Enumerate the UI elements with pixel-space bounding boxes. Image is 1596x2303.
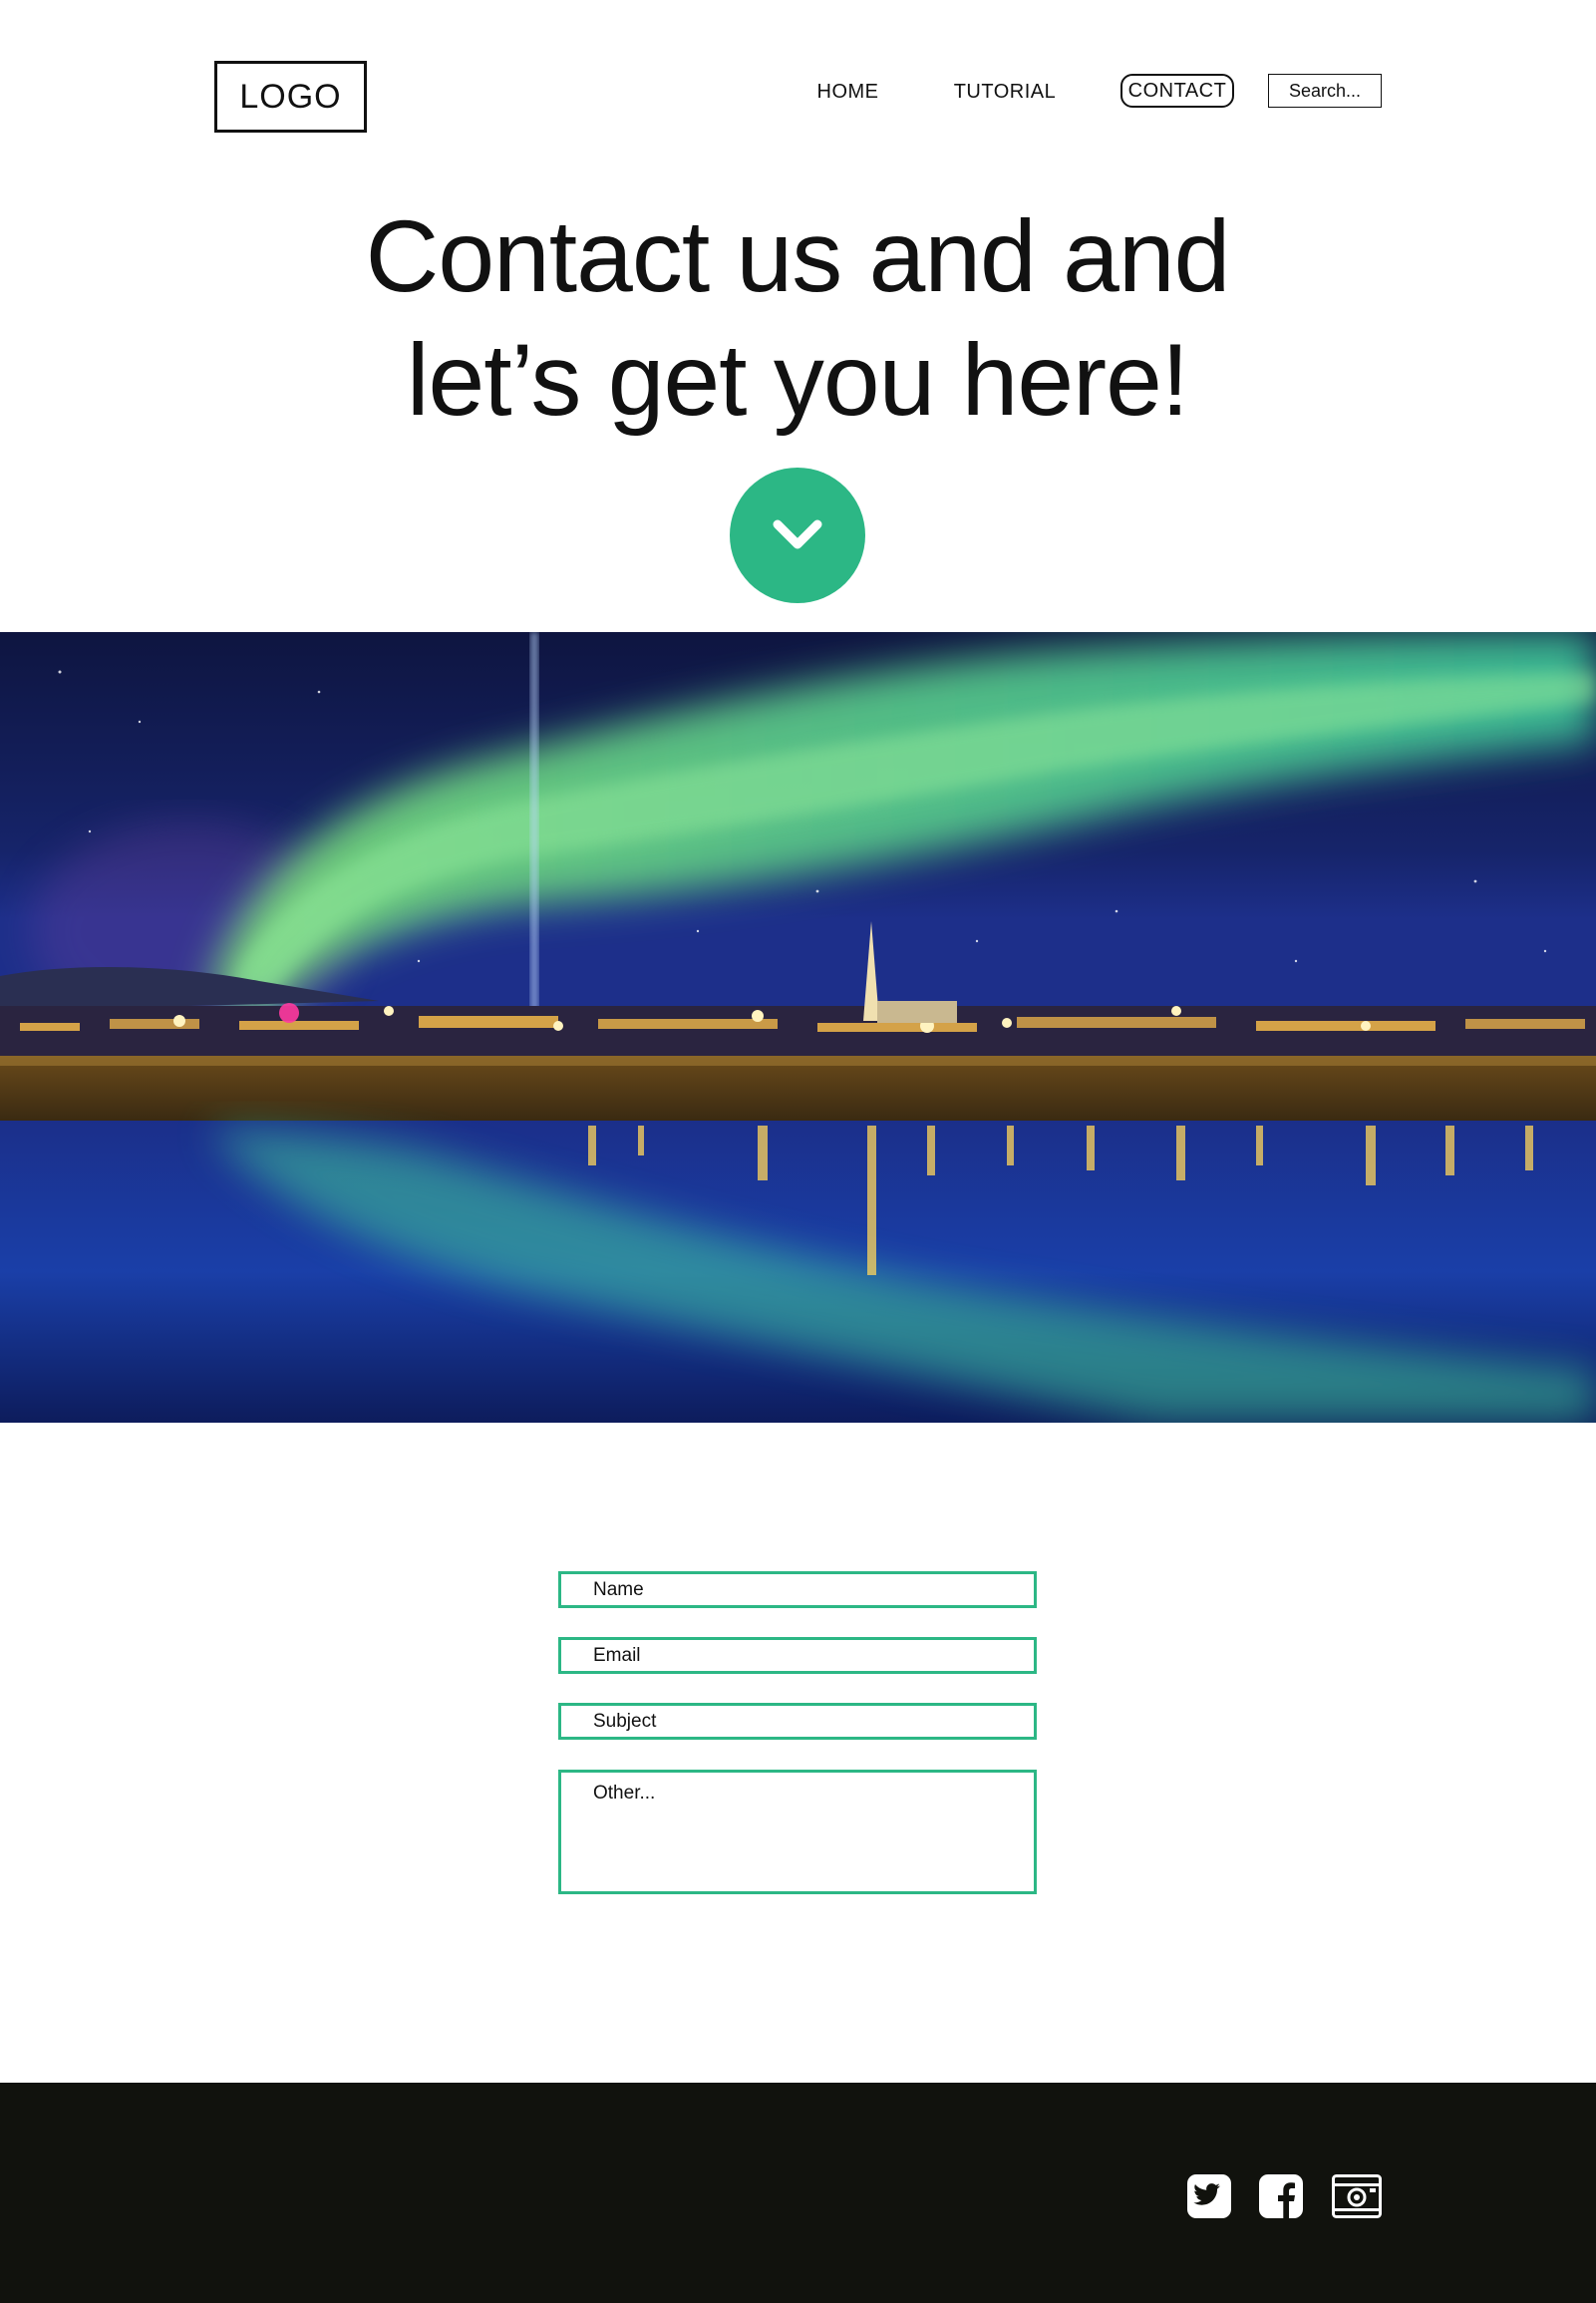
chevron-down-icon bbox=[773, 519, 822, 549]
page-headline: Contact us and and let’s get you here! bbox=[199, 194, 1396, 442]
other-message-field[interactable] bbox=[558, 1770, 1037, 1894]
subject-field[interactable] bbox=[558, 1703, 1037, 1740]
headline-line-2: let’s get you here! bbox=[406, 323, 1189, 437]
logo[interactable]: LOGO bbox=[214, 61, 367, 133]
nav-contact[interactable]: CONTACT bbox=[1120, 74, 1234, 108]
hero-image bbox=[0, 632, 1596, 1423]
name-field[interactable] bbox=[558, 1571, 1037, 1608]
nav-tutorial[interactable]: TUTORIAL bbox=[945, 76, 1065, 108]
facebook-icon[interactable] bbox=[1259, 2174, 1303, 2218]
headline-line-1: Contact us and and bbox=[365, 199, 1231, 313]
email-field[interactable] bbox=[558, 1637, 1037, 1674]
search-input[interactable] bbox=[1268, 74, 1382, 108]
nav-home[interactable]: HOME bbox=[800, 76, 895, 108]
instagram-icon[interactable] bbox=[1332, 2174, 1382, 2218]
twitter-icon[interactable] bbox=[1187, 2174, 1231, 2218]
scroll-down-button[interactable] bbox=[730, 468, 865, 603]
